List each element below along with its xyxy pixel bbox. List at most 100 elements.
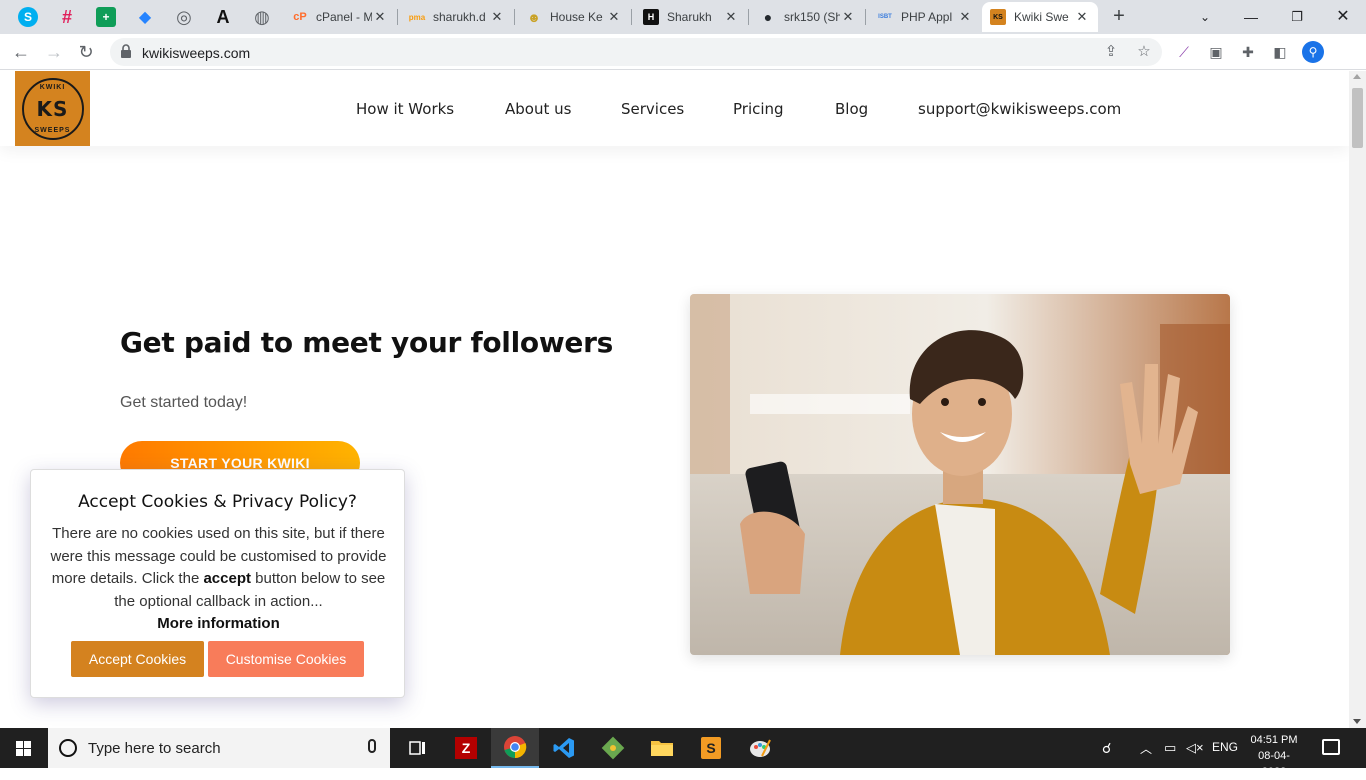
tab-sharukh[interactable]: H Sharukh ✕ xyxy=(635,2,747,32)
sourcetree-taskbar-app[interactable] xyxy=(589,728,637,768)
new-tab-button[interactable]: + xyxy=(1108,6,1130,28)
microphone-icon[interactable] xyxy=(368,739,376,753)
chrome-taskbar-app[interactable] xyxy=(491,728,539,768)
globe-pinned-tab[interactable]: ◍ xyxy=(252,7,272,27)
restore-button[interactable]: ❐ xyxy=(1274,4,1320,30)
a-pinned-tab[interactable]: A xyxy=(213,7,233,27)
tab-title: House Ke xyxy=(550,10,603,24)
more-information-link[interactable]: More information xyxy=(49,613,388,636)
nav-pricing[interactable]: Pricing xyxy=(733,100,784,118)
jira-pinned-tab[interactable]: ◆ xyxy=(135,7,155,27)
site-logo[interactable]: KWIKI KS SWEEPS xyxy=(15,71,90,146)
git-diamond-icon xyxy=(601,736,625,760)
extension-image-icon[interactable]: ▣ xyxy=(1206,42,1226,62)
forward-button[interactable]: → xyxy=(42,40,66,64)
close-icon[interactable]: ✕ xyxy=(489,9,505,25)
tab-title: sharukh.d xyxy=(433,10,486,24)
address-bar[interactable]: kwikisweeps.com ⇪ ☆ xyxy=(110,38,1162,66)
share-icon[interactable]: ⇪ xyxy=(1102,43,1120,61)
close-icon[interactable]: ✕ xyxy=(1074,9,1090,25)
windows-logo-icon xyxy=(16,741,31,756)
back-button[interactable]: ← xyxy=(9,40,33,64)
show-hidden-icons-chevron-icon[interactable]: ︿ xyxy=(1140,740,1152,757)
tab-separator xyxy=(631,9,632,25)
slack-pinned-tab[interactable]: # xyxy=(57,7,77,27)
nav-support-email[interactable]: support@kwikisweeps.com xyxy=(918,100,1121,118)
nav-blog[interactable]: Blog xyxy=(835,100,868,118)
file-explorer-taskbar-app[interactable] xyxy=(638,728,686,768)
page-scrollbar[interactable] xyxy=(1349,71,1366,728)
task-view-button[interactable] xyxy=(394,728,442,768)
man-waving-phone-illustration xyxy=(690,294,1230,655)
scrollbar-thumb[interactable] xyxy=(1352,88,1363,148)
people-icon[interactable]: ☌ xyxy=(1102,740,1111,757)
language-indicator[interactable]: ENG xyxy=(1212,740,1238,754)
profile-avatar[interactable]: ⚲ xyxy=(1302,41,1324,63)
action-center-notification-icon[interactable] xyxy=(1322,739,1340,755)
a-letter-icon: A xyxy=(216,6,230,27)
taskbar-clock[interactable]: 04:51 PM 08-04-2022 xyxy=(1246,732,1302,780)
logo-ring: KWIKI KS SWEEPS xyxy=(21,77,84,140)
phpmyadmin-icon: pma xyxy=(408,12,426,22)
tab-house-keeping[interactable]: ☻ House Ke ✕ xyxy=(518,2,630,32)
sheets-icon: + xyxy=(102,10,110,24)
search-placeholder: Type here to search xyxy=(88,740,221,757)
sublime-taskbar-app[interactable]: S xyxy=(687,728,735,768)
close-icon[interactable]: ✕ xyxy=(957,9,973,25)
tab-separator xyxy=(748,9,749,25)
bookmark-star-icon[interactable]: ☆ xyxy=(1135,43,1153,61)
nav-about-us[interactable]: About us xyxy=(505,100,571,118)
hero-title: Get paid to meet your followers xyxy=(120,326,613,359)
chrome-icon xyxy=(504,736,527,759)
sheets-pinned-tab[interactable]: + xyxy=(96,7,116,27)
house-keeping-icon: ☻ xyxy=(527,9,541,25)
tab-github[interactable]: ● srk150 (Sh ✕ xyxy=(752,2,864,32)
volume-muted-icon[interactable]: ◁× xyxy=(1186,740,1204,756)
start-button[interactable] xyxy=(0,728,48,768)
taskbar-search-box[interactable]: Type here to search xyxy=(48,728,390,768)
tab-php-appl[interactable]: ISBT PHP Appl ✕ xyxy=(869,2,981,32)
cookie-body-bold: accept xyxy=(203,570,251,588)
hero-subtitle: Get started today! xyxy=(120,394,248,411)
clock-date: 08-04-2022 xyxy=(1258,750,1290,778)
side-panel-icon[interactable]: ◧ xyxy=(1270,42,1290,62)
tab-cpanel[interactable]: cP cPanel - M ✕ xyxy=(284,2,396,32)
nav-services[interactable]: Services xyxy=(621,100,684,118)
network-icon[interactable]: ▭ xyxy=(1164,740,1176,756)
tab-kwiki-sweeps[interactable]: KS Kwiki Swe ✕ xyxy=(982,2,1098,32)
accept-cookies-button[interactable]: Accept Cookies xyxy=(71,641,204,677)
scroll-down-arrow-icon[interactable] xyxy=(1353,719,1361,724)
circle-pinned-tab[interactable]: ◎ xyxy=(174,7,194,27)
logo-top-text: KWIKI xyxy=(39,83,66,91)
skype-icon: S xyxy=(23,10,32,24)
filezilla-taskbar-app[interactable]: Z xyxy=(442,728,490,768)
clock-time: 04:51 PM xyxy=(1250,734,1298,746)
extensions-puzzle-icon[interactable]: ✚ xyxy=(1238,42,1258,62)
close-icon[interactable]: ✕ xyxy=(606,9,622,25)
minimize-button[interactable]: — xyxy=(1228,4,1274,30)
close-window-button[interactable]: ✕ xyxy=(1320,4,1366,30)
folder-icon xyxy=(651,741,673,756)
page-viewport: KWIKI KS SWEEPS How it Works About us Se… xyxy=(0,71,1349,728)
vscode-taskbar-app[interactable] xyxy=(540,728,588,768)
skype-pinned-tab[interactable]: S xyxy=(18,7,38,27)
tab-phpmyadmin[interactable]: pma sharukh.d ✕ xyxy=(401,2,513,32)
nav-how-it-works[interactable]: How it Works xyxy=(356,100,454,118)
tab-search-button[interactable]: ⌄ xyxy=(1182,4,1228,30)
extension-pen-icon[interactable]: ⟋ xyxy=(1174,42,1194,62)
reload-button[interactable]: ↻ xyxy=(74,40,98,64)
slack-icon: # xyxy=(61,6,72,27)
cpanel-icon: cP xyxy=(293,11,307,23)
jira-icon: ◆ xyxy=(138,9,152,26)
paint-taskbar-app[interactable] xyxy=(736,728,784,768)
close-icon[interactable]: ✕ xyxy=(723,9,739,25)
scroll-up-arrow-icon[interactable] xyxy=(1353,74,1361,79)
tab-separator xyxy=(865,9,866,25)
close-icon[interactable]: ✕ xyxy=(372,9,388,25)
lock-icon[interactable] xyxy=(120,44,132,58)
customise-cookies-button[interactable]: Customise Cookies xyxy=(208,641,364,677)
close-icon[interactable]: ✕ xyxy=(840,9,856,25)
tab-separator xyxy=(514,9,515,25)
github-icon: ● xyxy=(763,9,773,25)
tab-separator xyxy=(397,9,398,25)
